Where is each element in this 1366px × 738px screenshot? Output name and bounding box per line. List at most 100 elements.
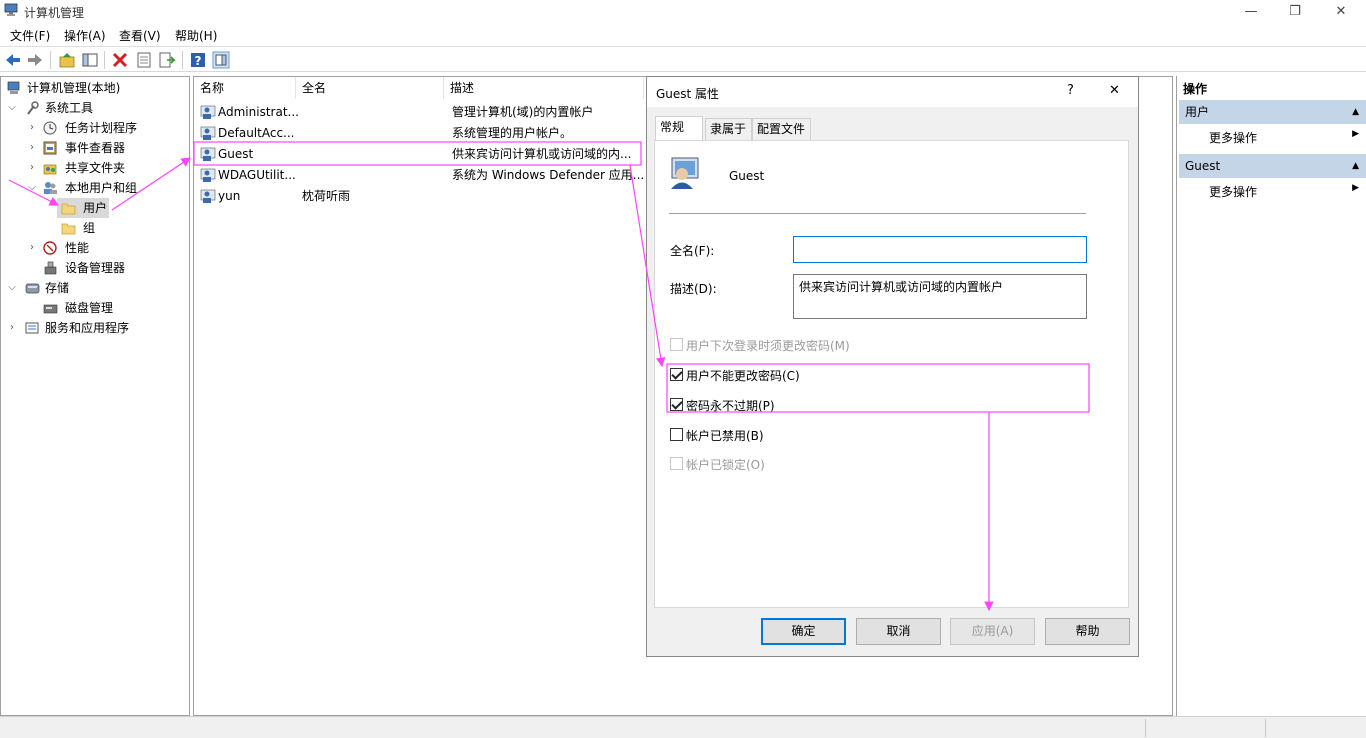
cannot-change-password-label[interactable]: 用户不能更改密码(C) — [686, 367, 800, 384]
menu-action[interactable]: 操作(A) — [64, 27, 106, 44]
apply-button[interactable]: 应用(A) — [950, 618, 1035, 645]
fullname-field[interactable] — [793, 236, 1087, 263]
user-fullname: 枕荷听雨 — [302, 189, 351, 203]
tools-icon — [27, 101, 39, 115]
chevron-right-icon[interactable]: › — [7, 318, 17, 338]
tree-item-system-tools[interactable]: ⌵ 系统工具 — [5, 98, 189, 118]
up-folder-icon[interactable] — [58, 51, 76, 69]
collapse-icon[interactable]: ▲ — [1352, 154, 1359, 178]
tree-item-root[interactable]: 计算机管理(本地) — [5, 78, 189, 98]
account-locked-label: 帐户已锁定(O) — [686, 458, 765, 472]
cancel-button[interactable]: 取消 — [856, 618, 941, 645]
collapse-icon[interactable]: ▲ — [1352, 100, 1359, 124]
actions-section-users[interactable]: 用户 ▲ — [1179, 100, 1366, 124]
tree-item-disk-management[interactable]: 磁盘管理 — [25, 298, 189, 318]
account-disabled-checkbox[interactable] — [670, 428, 683, 441]
tab-general[interactable]: 常规 — [655, 116, 703, 140]
toolbar: ? — [0, 46, 1366, 72]
actions-section-guest[interactable]: Guest ▲ — [1179, 154, 1366, 178]
users-groups-icon — [44, 182, 57, 194]
dialog-help-button[interactable]: ? — [1067, 83, 1074, 98]
delete-icon[interactable] — [111, 51, 129, 69]
tab-profile[interactable]: 配置文件 — [752, 118, 811, 140]
chevron-down-icon[interactable]: ⌵ — [27, 178, 37, 198]
table-row[interactable]: DefaultAcc... 系统管理的用户帐户。 — [194, 123, 644, 144]
user-name: Administrat... — [218, 105, 299, 119]
fullname-label: 全名(F): — [670, 244, 715, 258]
menu-file[interactable]: 文件(F) — [10, 27, 50, 44]
tree-item-local-users-groups[interactable]: ⌵ 本地用户和组 — [25, 178, 189, 198]
table-row[interactable]: Guest 供来宾访问计算机或访问域的内... — [194, 144, 644, 165]
table-row[interactable]: Administrat... 管理计算机(域)的内置帐户 — [194, 102, 644, 123]
user-name: yun — [218, 189, 241, 203]
user-description: 供来宾访问计算机或访问域的内... — [452, 147, 632, 161]
dialog-close-button[interactable]: ✕ — [1109, 83, 1120, 98]
chevron-right-icon[interactable]: › — [27, 158, 37, 178]
close-button[interactable]: ✕ — [1318, 0, 1364, 22]
tree-item-users[interactable]: 用户 — [57, 198, 109, 218]
svg-text:?: ? — [195, 54, 202, 68]
menu-help[interactable]: 帮助(H) — [175, 27, 217, 44]
chevron-down-icon[interactable]: ⌵ — [7, 278, 17, 298]
help-button[interactable]: 帮助 — [1045, 618, 1130, 645]
tree-item-performance[interactable]: › 性能 — [25, 238, 189, 258]
disk-icon — [43, 304, 58, 314]
user-name: Guest — [218, 147, 254, 161]
divider — [669, 213, 1086, 214]
table-row[interactable]: yun 枕荷听雨 — [194, 186, 644, 207]
actions-pane: 操作 用户 ▲ 更多操作 ▶ Guest ▲ 更多操作 ▶ — [1176, 76, 1366, 716]
restore-button[interactable]: ❐ — [1272, 0, 1318, 22]
submenu-arrow-icon: ▶ — [1352, 183, 1359, 193]
description-field[interactable]: 供来宾访问计算机或访问域的内置帐户 — [793, 274, 1087, 319]
user-description: 系统为 Windows Defender 应用... — [452, 168, 645, 182]
actions-title: 操作 — [1183, 82, 1208, 96]
tree-item-event-viewer[interactable]: › 事件查看器 — [25, 138, 189, 158]
tree-item-services-apps[interactable]: › 服务和应用程序 — [5, 318, 189, 338]
column-header-description[interactable]: 描述 — [444, 77, 644, 99]
forward-icon[interactable] — [26, 51, 44, 69]
tree-item-task-scheduler[interactable]: › 任务计划程序 — [25, 118, 189, 138]
tree-pane: 计算机管理(本地) ⌵ 系统工具 › 任务计划程序 › 事件查看器 › 共享文件… — [0, 76, 190, 716]
minimize-button[interactable]: — — [1228, 0, 1274, 22]
tree-item-groups[interactable]: 组 — [57, 218, 117, 238]
table-row[interactable]: WDAGUtilit... 系统为 Windows Defender 应用... — [194, 165, 644, 186]
help-icon[interactable]: ? — [189, 51, 207, 69]
cannot-change-password-checkbox[interactable] — [670, 368, 683, 381]
user-icon — [200, 147, 216, 161]
chevron-right-icon[interactable]: › — [27, 118, 37, 138]
chevron-down-icon[interactable]: ⌵ — [7, 98, 17, 118]
account-locked-checkbox — [670, 457, 683, 470]
back-icon[interactable] — [4, 51, 22, 69]
ok-button[interactable]: 确定 — [761, 618, 846, 645]
properties-icon[interactable] — [135, 51, 153, 69]
must-change-password-label: 用户下次登录时须更改密码(M) — [686, 339, 850, 353]
more-actions-guest[interactable]: 更多操作 ▶ — [1209, 183, 1359, 200]
column-header-fullname[interactable]: 全名 — [296, 77, 444, 99]
export-list-icon[interactable] — [158, 51, 176, 69]
computer-management-icon — [4, 3, 18, 16]
dialog-title-bar: Guest 属性 ? ✕ — [647, 77, 1138, 107]
window-title: 计算机管理 — [24, 6, 85, 20]
dialog-username: Guest — [729, 169, 765, 183]
tree-item-storage[interactable]: ⌵ 存储 — [5, 278, 189, 298]
user-avatar-icon — [671, 157, 699, 189]
account-disabled-label[interactable]: 帐户已禁用(B) — [686, 427, 764, 444]
password-never-expires-checkbox[interactable] — [670, 398, 683, 411]
user-icon — [200, 126, 216, 140]
user-icon — [200, 105, 216, 119]
user-name: WDAGUtilit... — [218, 168, 296, 182]
tab-member-of[interactable]: 隶属于 — [705, 118, 752, 140]
tree-item-shared-folders[interactable]: › 共享文件夹 — [25, 158, 189, 178]
show-action-pane-icon[interactable] — [212, 51, 230, 69]
tree-item-device-manager[interactable]: 设备管理器 — [25, 258, 189, 278]
event-viewer-icon — [43, 141, 57, 155]
services-icon — [25, 322, 39, 334]
chevron-right-icon[interactable]: › — [27, 138, 37, 158]
password-never-expires-label[interactable]: 密码永不过期(P) — [686, 397, 775, 414]
show-hide-tree-icon[interactable] — [81, 51, 99, 69]
more-actions-users[interactable]: 更多操作 ▶ — [1209, 129, 1359, 146]
must-change-password-checkbox — [670, 338, 683, 351]
column-header-name[interactable]: 名称 — [194, 77, 296, 99]
chevron-right-icon[interactable]: › — [27, 238, 37, 258]
menu-view[interactable]: 查看(V) — [119, 27, 161, 44]
